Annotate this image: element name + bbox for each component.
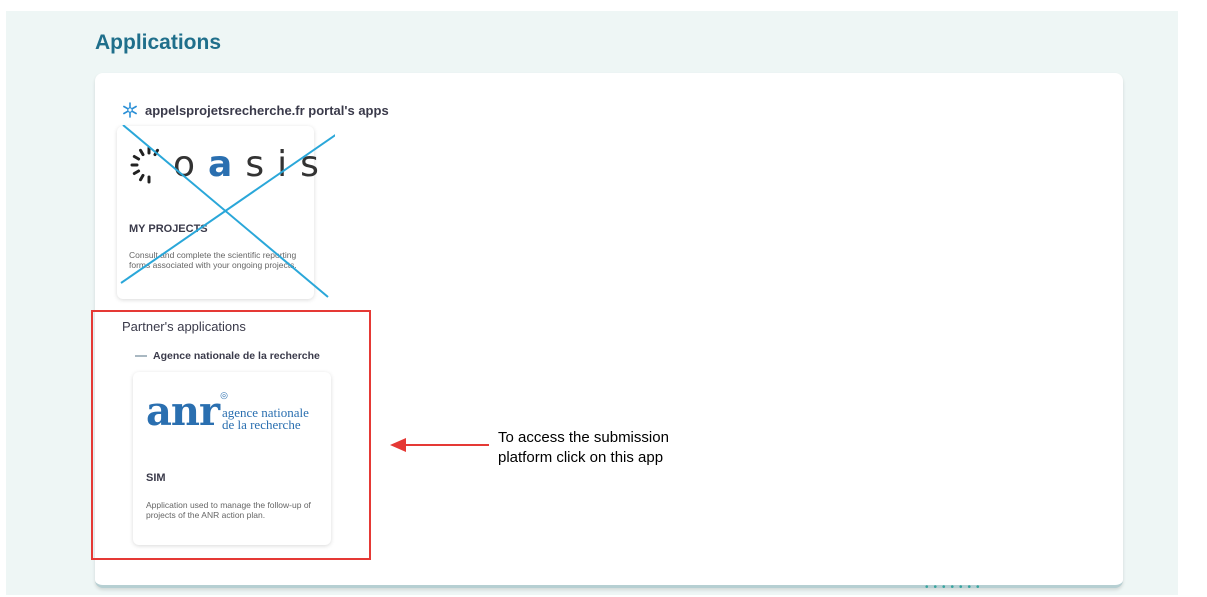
sim-app-title: SIM [146,472,166,484]
partner-organization: Agence nationale de la recherche [135,350,320,362]
page-title: Applications [95,31,222,54]
callout-text: To access the submission platform click o… [498,429,669,466]
oasis-logo: oasis [129,144,332,185]
oasis-app-description: Consult and complete the scientific repo… [129,250,297,270]
sim-app-description: Application used to manage the follow-up… [146,500,311,520]
oasis-app-title: MY PROJECTS [129,223,208,235]
oasis-sun-icon [130,146,159,183]
portal-section-title: appelsprojetsrecherche.fr portal's apps [145,102,389,118]
partner-organization-label: Agence nationale de la recherche [153,350,320,362]
sim-app-card[interactable]: anr ◎ agence nationale de la recherche SI… [133,372,331,545]
oasis-wordmark: oasis [173,144,332,185]
portal-section-header: appelsprojetsrecherche.fr portal's apps [121,101,389,119]
partner-section-title: Partner's applications [122,319,246,334]
pagination-dots: ••••••• [925,582,985,593]
organization-logo-icon [135,355,147,357]
snowflake-icon [121,101,139,119]
anr-logo-subtitle: agence nationale de la recherche [221,405,309,432]
anr-logo: anr ◎ agence nationale de la recherche [146,388,309,435]
oasis-app-card[interactable]: oasis MY PROJECTS Consult and complete t… [117,126,319,299]
pointer-arrow [390,438,489,452]
